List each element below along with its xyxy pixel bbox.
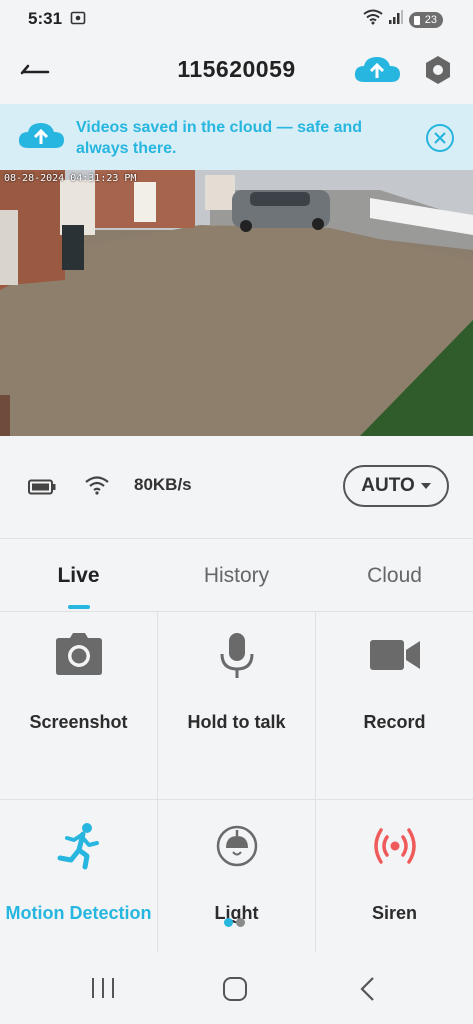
stream-info-bar: 80KB/s AUTO <box>0 436 473 539</box>
record-label: Record <box>363 712 426 732</box>
bitrate-readout: 80KB/s <box>134 475 192 494</box>
back-nav-icon[interactable] <box>358 976 378 1007</box>
system-nav-bar <box>0 952 473 1024</box>
lamp-icon <box>215 824 259 873</box>
video-timestamp: 08-28-2024 04:31:23 PM <box>4 173 137 184</box>
quality-selector[interactable]: AUTO <box>343 465 449 507</box>
tab-cloud[interactable]: Cloud <box>316 564 473 588</box>
cloud-banner: Videos saved in the cloud — safe and alw… <box>0 104 473 170</box>
hold-to-talk-button[interactable]: Hold to talk <box>158 612 315 800</box>
banner-text: Videos saved in the cloud — safe and alw… <box>76 119 363 157</box>
camera-wifi-icon <box>84 474 110 501</box>
siren-label: Siren <box>371 903 418 923</box>
banner-cloud-icon <box>16 120 66 157</box>
camera-battery-icon <box>28 479 56 500</box>
active-tab-indicator <box>68 605 90 609</box>
tab-live[interactable]: Live <box>0 564 157 588</box>
running-person-icon <box>57 822 101 875</box>
camera-icon <box>54 632 104 681</box>
page-dot-active <box>224 918 233 927</box>
video-frame <box>0 170 473 436</box>
settings-gear-icon[interactable] <box>422 54 454 91</box>
action-grid: Screenshot Hold to talk Record Motion De… <box>0 612 473 952</box>
wifi-status-icon <box>363 9 383 30</box>
tab-history[interactable]: History <box>158 564 315 588</box>
screenshot-label: Screenshot <box>29 712 128 732</box>
recent-apps-icon[interactable] <box>90 976 116 1005</box>
page-dot <box>236 918 245 927</box>
chevron-down-icon <box>420 483 431 489</box>
quality-label: AUTO <box>361 475 415 496</box>
battery-status: 23 <box>408 11 443 28</box>
page-indicator <box>224 918 245 927</box>
microphone-icon <box>217 632 257 685</box>
record-button[interactable]: Record <box>316 612 473 800</box>
screenshot-button[interactable]: Screenshot <box>0 612 157 800</box>
status-bar: 5:31 23 <box>0 0 473 38</box>
signal-icon <box>388 10 403 29</box>
home-icon[interactable] <box>222 976 248 1007</box>
siren-icon <box>373 826 417 871</box>
hold-to-talk-label: Hold to talk <box>187 712 286 732</box>
close-icon[interactable] <box>425 123 455 158</box>
live-video-feed[interactable]: 08-28-2024 04:31:23 PM <box>0 170 473 436</box>
app-bar: 115620059 <box>0 38 473 104</box>
cloud-upload-icon[interactable] <box>352 54 402 91</box>
video-camera-icon <box>369 638 421 677</box>
status-time: 5:31 <box>28 9 63 28</box>
motion-detection-label: Motion Detection <box>5 903 152 923</box>
device-title: 115620059 <box>177 56 296 82</box>
tab-bar: Live History Cloud <box>0 539 473 612</box>
screenshot-status-icon <box>70 10 86 31</box>
